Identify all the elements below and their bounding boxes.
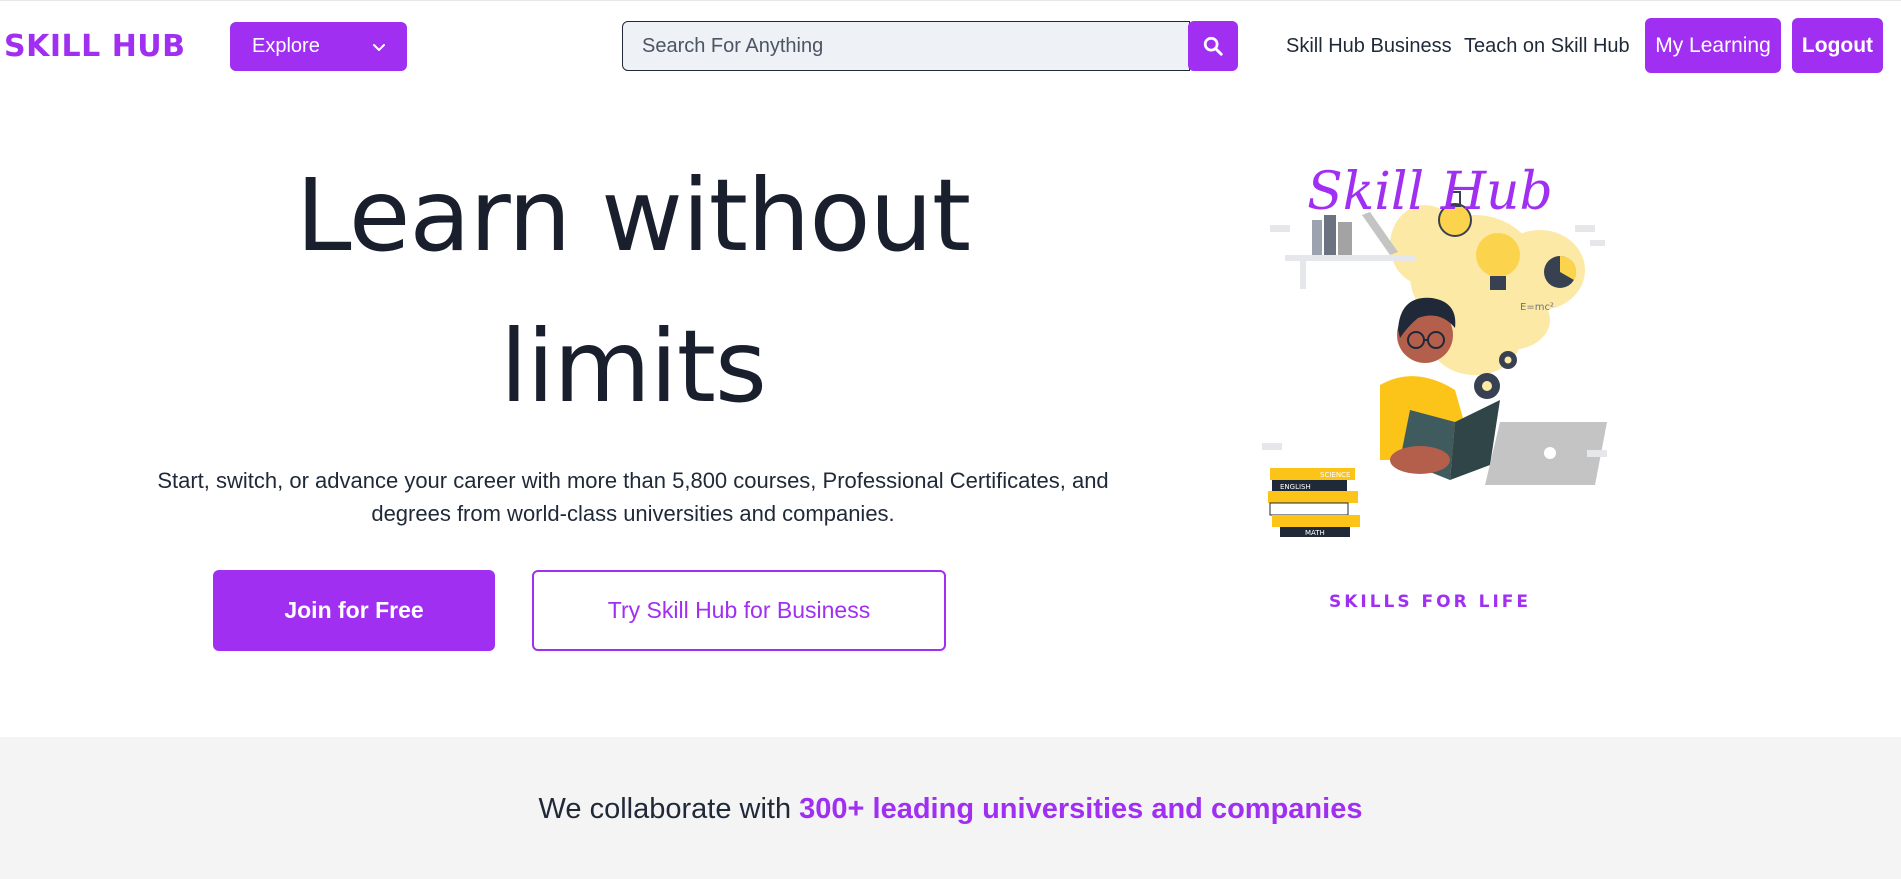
tagline: SKILLS FOR LIFE — [1328, 592, 1532, 612]
collaboration-highlight: 300+ leading universities and companies — [799, 793, 1363, 825]
nav-link-business[interactable]: Skill Hub Business — [1286, 35, 1452, 58]
hero-subtitle: Start, switch, or advance your career wi… — [157, 468, 1109, 526]
pie-chart-icon — [1544, 255, 1577, 288]
book-label-science: SCIENCE — [1320, 471, 1350, 479]
formula-text: E=mc² — [1520, 302, 1554, 313]
chevron-down-icon — [373, 43, 385, 51]
try-business-button[interactable]: Try Skill Hub for Business — [532, 570, 946, 651]
brand-logo[interactable]: SKILL HUB — [4, 29, 186, 64]
collaboration-prefix: We collaborate with — [538, 793, 800, 825]
my-learning-button[interactable]: My Learning — [1645, 18, 1781, 73]
book-label-english: ENGLISH — [1280, 483, 1311, 491]
illustration-title: Skill Hub — [1307, 162, 1553, 222]
search-button[interactable] — [1188, 21, 1238, 71]
hero-title: Learn without limits — [295, 157, 971, 425]
book-stack: SCIENCE ENGLISH MATH — [1268, 468, 1360, 537]
explore-dropdown[interactable]: Explore — [230, 22, 407, 71]
logout-button[interactable]: Logout — [1792, 18, 1883, 73]
join-free-button[interactable]: Join for Free — [213, 570, 495, 651]
search-icon — [1203, 36, 1223, 56]
explore-label: Explore — [252, 35, 320, 57]
search-bar — [622, 21, 1238, 71]
page: SKILL HUB Explore Skill Hub Business Tea… — [0, 0, 1901, 879]
collaboration-text: We collaborate with 300+ leading univers… — [0, 793, 1901, 826]
navbar: SKILL HUB Explore Skill Hub Business Tea… — [0, 0, 1901, 92]
book-label-math: MATH — [1305, 529, 1325, 537]
search-input[interactable] — [622, 21, 1190, 71]
nav-link-teach[interactable]: Teach on Skill Hub — [1464, 35, 1630, 58]
